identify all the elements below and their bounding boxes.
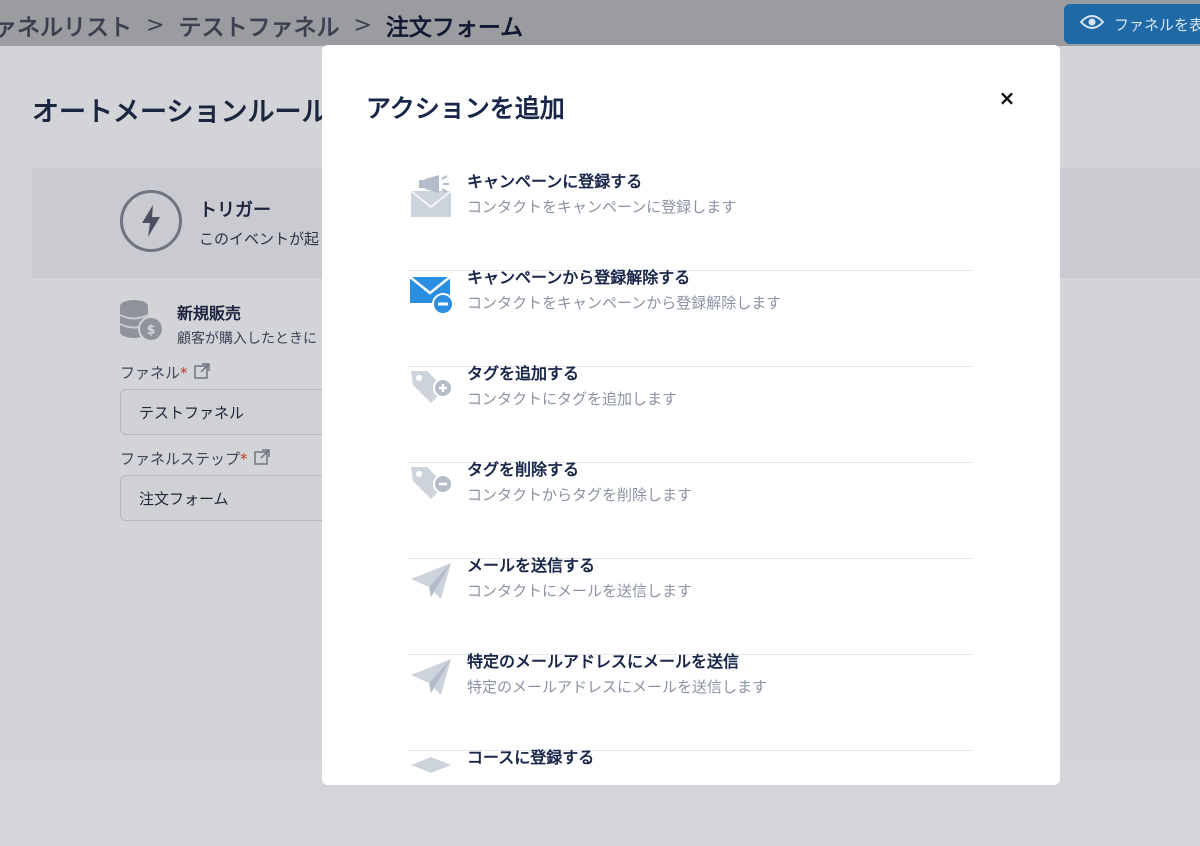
action-title: タグを追加する [467, 364, 580, 383]
preview-funnel-label: ファネルを表 [1114, 15, 1200, 34]
action-unsubscribe-campaign[interactable]: キャンペーンから登録解除する コンタクトをキャンペーンから登録解除します [409, 268, 972, 367]
paper-plane-icon [409, 559, 455, 605]
tag-minus-icon [409, 463, 455, 509]
breadcrumb: ァネルリスト > テストファネル > 注文フォーム [0, 8, 523, 42]
megaphone-envelope-icon [409, 175, 455, 221]
preview-funnel-button[interactable]: ファネルを表 [1064, 4, 1200, 44]
trigger-subtitle: このイベントが起 [199, 230, 320, 248]
tag-plus-icon [409, 367, 455, 413]
modal-title: アクションを追加 [366, 94, 565, 123]
breadcrumb-separator: > [146, 12, 165, 38]
breadcrumb-separator: > [353, 12, 372, 38]
action-description: コンタクトからタグを削除します [467, 486, 693, 504]
coins-icon: $ [118, 298, 166, 348]
funnel-select[interactable]: テストファネル [120, 389, 350, 435]
action-send-email-to-address[interactable]: 特定のメールアドレスにメールを送信 特定のメールアドレスにメールを送信します [409, 652, 972, 751]
top-bar: ァネルリスト > テストファネル > 注文フォーム ファネルを表 [0, 0, 1200, 46]
breadcrumb-test-funnel[interactable]: テストファネル [178, 8, 339, 42]
breadcrumb-funnel-list[interactable]: ァネルリスト [0, 8, 132, 42]
new-sale-subtitle: 顧客が購入したときに [177, 331, 317, 347]
external-link-icon[interactable] [253, 448, 270, 469]
add-action-modal: アクションを追加 × キャンペーンに登録する コンタクトをキャンペーンに登録しま… [322, 45, 1060, 785]
action-description: コンタクトをキャンペーンから登録解除します [467, 294, 782, 312]
action-remove-tag[interactable]: タグを削除する コンタクトからタグを削除します [409, 460, 972, 559]
graduation-cap-icon [409, 751, 455, 797]
action-add-tag[interactable]: タグを追加する コンタクトにタグを追加します [409, 364, 972, 463]
action-list: キャンペーンに登録する コンタクトをキャンペーンに登録します キャンペーンから登… [409, 172, 972, 846]
action-title: キャンペーンに登録する [467, 172, 643, 191]
action-title: タグを削除する [467, 460, 580, 479]
action-title: コースに登録する [467, 748, 595, 767]
funnel-step-field-label: ファネルステップ* [120, 448, 270, 469]
action-description: 特定のメールアドレスにメールを送信します [467, 678, 768, 696]
external-link-icon[interactable] [193, 362, 210, 383]
action-title: キャンペーンから登録解除する [467, 268, 691, 287]
action-description: コンタクトをキャンペーンに登録します [467, 198, 737, 216]
svg-text:$: $ [146, 323, 155, 338]
action-send-email[interactable]: メールを送信する コンタクトにメールを送信します [409, 556, 972, 655]
action-subscribe-campaign[interactable]: キャンペーンに登録する コンタクトをキャンペーンに登録します [409, 172, 972, 271]
funnel-field-label: ファネル* [120, 362, 210, 383]
trigger-title: トリガー [199, 200, 271, 221]
close-button[interactable]: × [994, 85, 1020, 111]
eye-icon [1079, 14, 1105, 34]
lightning-icon [120, 190, 182, 252]
action-description: コンタクトにタグを追加します [467, 390, 678, 408]
funnel-step-select[interactable]: 注文フォーム [120, 475, 350, 521]
new-sale-title: 新規販売 [177, 304, 242, 323]
action-title: メールを送信する [467, 556, 596, 575]
action-title: 特定のメールアドレスにメールを送信 [467, 652, 740, 671]
page-title: オートメーションルール [32, 97, 329, 128]
action-enroll-course[interactable]: コースに登録する [409, 748, 972, 846]
breadcrumb-order-form: 注文フォーム [385, 15, 524, 41]
envelope-minus-icon [409, 269, 455, 315]
paper-plane-icon [409, 655, 455, 701]
action-description: コンタクトにメールを送信します [467, 582, 693, 600]
